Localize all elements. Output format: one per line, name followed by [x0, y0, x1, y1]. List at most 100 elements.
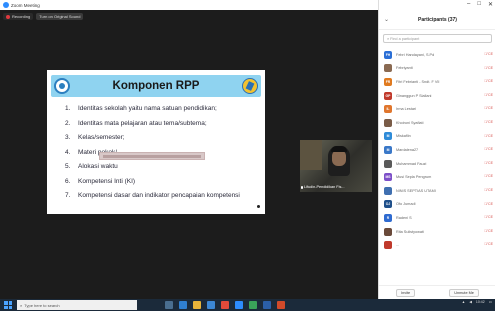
- slide-list-item: 6. Kompetensi Inti (KI): [65, 177, 136, 185]
- participant-row[interactable]: MS Musi Sepla Pengrum 🎙̸ CE: [379, 170, 495, 184]
- muted-mic-icon: 🎙̸ CE: [484, 79, 493, 84]
- participant-name: NINIS SEPTIAS UTAMI: [396, 188, 436, 193]
- unmute-me-button[interactable]: Unmute Me: [449, 288, 479, 297]
- powerpoint-icon[interactable]: [277, 301, 285, 309]
- recording-indicator[interactable]: Recording: [3, 13, 34, 20]
- participant-name: Muhammad Fauzi: [396, 161, 427, 166]
- window-controls: – □ ✕: [467, 1, 493, 8]
- slide-list-item: 2. Identitas mata pelajaran atau tema/sub…: [65, 119, 207, 127]
- search-icon: ⌕: [20, 302, 23, 308]
- participant-row[interactable]: NINIS SEPTIAS UTAMI 🎙̸ CE: [379, 184, 495, 198]
- avatar: M: [384, 132, 392, 141]
- participant-search-input[interactable]: ⌕ Find a participant: [383, 34, 492, 43]
- participant-name: Musi Sepla Pengrum: [396, 175, 432, 180]
- notification-icon[interactable]: ▭: [489, 300, 492, 304]
- store-icon[interactable]: [207, 301, 215, 309]
- avatar: OJ: [384, 200, 392, 209]
- windows-start-icon[interactable]: [4, 301, 12, 309]
- participant-name: Mardalena27: [396, 147, 419, 152]
- muted-mic-icon: 🎙̸ CE: [484, 65, 493, 70]
- word-icon[interactable]: [263, 301, 271, 309]
- task-view-icon[interactable]: [165, 301, 173, 309]
- close-icon[interactable]: ✕: [488, 1, 493, 8]
- participant-row[interactable]: OJ Ofo Jumadi 🎙̸ CE: [379, 198, 495, 212]
- participant-name: Miskaflin: [396, 134, 411, 139]
- participant-row[interactable]: Muhammad Fauzi 🎙̸ CE: [379, 157, 495, 171]
- avatar: M: [384, 145, 392, 154]
- avatar: [384, 241, 392, 250]
- chrome-icon[interactable]: [221, 301, 229, 309]
- avatar: IL: [384, 105, 392, 114]
- slide-list-item: 7. Kompetensi dasar dan indikator pencapa…: [65, 192, 240, 199]
- excel-icon[interactable]: [249, 301, 257, 309]
- network-icon[interactable]: ▲: [462, 300, 465, 304]
- recording-label: Recording: [12, 14, 31, 19]
- recording-bar: Recording Turn on Original Sound: [3, 13, 84, 20]
- slide-title: Komponen RPP: [112, 80, 200, 92]
- participant-row[interactable]: FR Fitri Febrianti - Sndt. F VII 🎙̸ CE: [379, 75, 495, 89]
- chevron-down-icon[interactable]: ⌄: [384, 16, 389, 23]
- participant-row[interactable]: R Radeni S 🎙̸ CE: [379, 211, 495, 225]
- muted-mic-icon: 🎙̸ CE: [484, 106, 493, 111]
- participant-name: Febriyanti: [396, 66, 413, 71]
- participants-footer: Invite Unmute Me: [379, 285, 495, 299]
- taskbar-search-input[interactable]: ⌕ Type here to search: [17, 300, 137, 310]
- avatar: [384, 118, 392, 127]
- video-tile[interactable]: Lifudin-Pendidikan Fis...: [300, 140, 372, 192]
- muted-mic-icon: 🎙̸ CE: [484, 119, 493, 124]
- participant-row[interactable]: GP Ginanggun P Siallani 🎙̸ CE: [379, 89, 495, 103]
- zoom-logo-icon: [3, 2, 9, 8]
- volume-icon[interactable]: ◀: [469, 300, 472, 304]
- taskbar: ⌕ Type here to search ▲ ◀ 10:42 ▭: [0, 299, 495, 311]
- avatar: MS: [384, 173, 392, 182]
- title-bar: Zoom Meeting: [0, 0, 378, 10]
- slide-list-item: 3. Kelas/semester;: [65, 134, 125, 141]
- slide-pointer-icon: [257, 205, 260, 208]
- institution-logo-icon: [242, 78, 258, 94]
- invite-button[interactable]: Invite: [396, 288, 416, 297]
- participants-panel: – □ ✕ ⌄ Participants (37) ⌕ Find a parti…: [378, 0, 495, 299]
- avatar: R: [384, 213, 392, 222]
- microphone-icon: [301, 185, 303, 189]
- annotation-overlay: [99, 152, 205, 160]
- slide-list-item: 5. Alokasi waktu: [65, 163, 118, 170]
- muted-mic-icon: 🎙̸ CE: [484, 147, 493, 152]
- original-sound-button[interactable]: Turn on Original Sound: [36, 13, 84, 20]
- participant-row[interactable]: FH Febri Handayani, S.Pd 🎙̸ CE: [379, 48, 495, 62]
- participant-name: Khoiruni Syafiati: [396, 120, 424, 125]
- zoom-app-icon[interactable]: [235, 301, 243, 309]
- edge-browser-icon[interactable]: [179, 301, 187, 309]
- participant-row[interactable]: M Miskaflin 🎙̸ CE: [379, 130, 495, 144]
- muted-mic-icon: 🎙̸ CE: [484, 187, 493, 192]
- shared-slide: Komponen RPP 1. Identitas sekolah yaitu n…: [47, 70, 265, 214]
- participant-row[interactable]: M Mardalena27 🎙̸ CE: [379, 143, 495, 157]
- minimize-icon[interactable]: –: [467, 1, 470, 8]
- participant-row[interactable]: ... 🎙̸ CE: [379, 238, 495, 252]
- participant-name: Ofo Jumadi: [396, 202, 416, 207]
- muted-mic-icon: 🎙̸ CE: [484, 133, 493, 138]
- participant-row[interactable]: Khoiruni Syafiati 🎙̸ CE: [379, 116, 495, 130]
- muted-mic-icon: 🎙̸ CE: [484, 201, 493, 206]
- participant-row[interactable]: Febriyanti 🎙̸ CE: [379, 62, 495, 76]
- participant-name: Rita Sulistyowati: [396, 229, 424, 234]
- clock[interactable]: 10:42: [476, 300, 485, 305]
- muted-mic-icon: 🎙̸ CE: [484, 160, 493, 165]
- participant-name: Ginanggun P Siallani: [396, 93, 432, 98]
- avatar: GP: [384, 91, 392, 100]
- slide-list-item: 1. Identitas sekolah yaitu nama satuan pe…: [65, 105, 217, 112]
- participant-name: ...: [396, 243, 400, 248]
- muted-mic-icon: 🎙̸ CE: [484, 174, 493, 179]
- avatar: [384, 159, 392, 168]
- participant-name: Radeni S: [396, 215, 412, 220]
- participant-row[interactable]: IL Irma Lestari 🎙̸ CE: [379, 102, 495, 116]
- muted-mic-icon: 🎙̸ CE: [484, 52, 493, 56]
- maximize-icon[interactable]: □: [477, 1, 481, 8]
- recording-dot-icon: [6, 14, 10, 19]
- participant-row[interactable]: Rita Sulistyowati 🎙̸ CE: [379, 225, 495, 239]
- avatar: FR: [384, 77, 392, 86]
- avatar: [384, 64, 392, 73]
- search-icon: ⌕: [387, 36, 390, 41]
- screen: Zoom Meeting Recording Turn on Original …: [0, 0, 495, 311]
- file-explorer-icon[interactable]: [193, 301, 201, 309]
- participant-name: Fitri Febrianti - Sndt. F VII: [396, 79, 440, 84]
